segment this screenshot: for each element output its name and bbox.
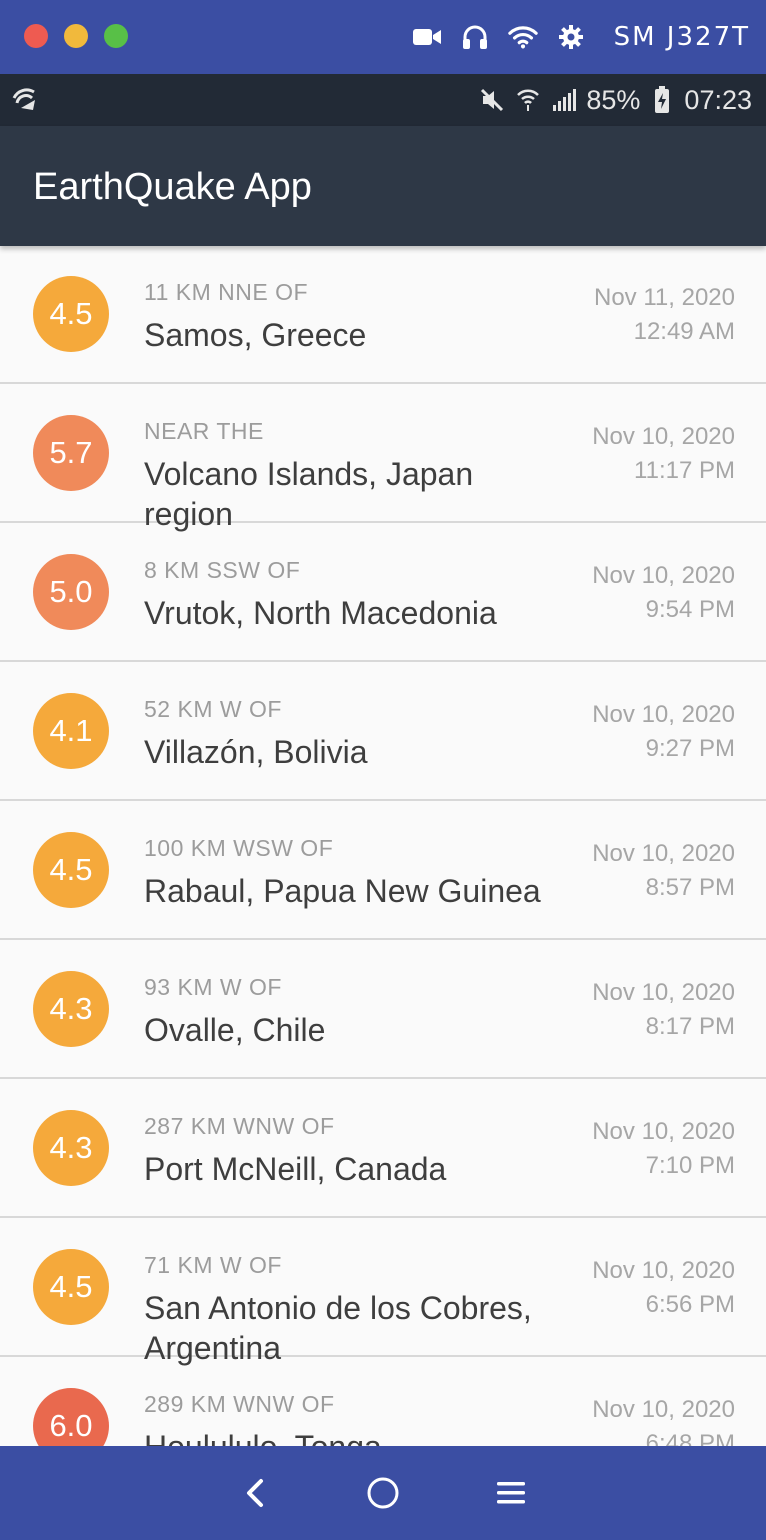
magnitude-badge: 5.0 — [33, 554, 109, 630]
earthquake-row[interactable]: 4.3 93 KM W OF Ovalle, Chile Nov 10, 2020 8:… — [0, 940, 766, 1079]
primary-location: Port McNeill, Canada — [144, 1151, 447, 1187]
mute-icon — [478, 86, 506, 114]
quake-date: Nov 11, 2020 — [594, 284, 735, 311]
device-name: SM J327T — [613, 22, 750, 52]
quake-date: Nov 10, 2020 — [592, 423, 735, 450]
quake-time: 6:48 PM — [645, 1430, 735, 1446]
quake-time: 12:49 AM — [633, 318, 735, 345]
earthquake-row[interactable]: 4.1 52 KM W OF Villazón, Bolivia Nov 10, 20… — [0, 662, 766, 801]
magnitude-badge: 4.5 — [33, 1249, 109, 1325]
location-offset: NEAR THE — [144, 418, 264, 444]
quake-date: Nov 10, 2020 — [592, 1118, 735, 1145]
location-offset: 289 KM WNW OF — [144, 1391, 335, 1417]
quake-date: Nov 10, 2020 — [592, 1396, 735, 1423]
magnitude-badge: 4.3 — [33, 1110, 109, 1186]
magnitude-badge: 4.1 — [33, 693, 109, 769]
earthquake-row[interactable]: 5.7 NEAR THE Volcano Islands, Japan region… — [0, 384, 766, 532]
earthquake-row[interactable]: 4.5 71 KM W OF San Antonio de los Cobres, … — [0, 1218, 766, 1366]
earthquake-list[interactable]: 4.5 11 KM NNE OF Samos, Greece Nov 11, 2020… — [0, 245, 766, 1446]
primary-location: Samos, Greece — [144, 317, 367, 353]
quake-time: 11:17 PM — [634, 457, 735, 484]
navigation-bar — [0, 1446, 766, 1540]
location-offset: 287 KM WNW OF — [144, 1113, 335, 1139]
wifi-signal-icon — [514, 86, 542, 114]
gear-icon[interactable] — [556, 22, 586, 52]
quake-date: Nov 10, 2020 — [592, 562, 735, 589]
minimize-window-button[interactable] — [64, 24, 88, 48]
maximize-window-button[interactable] — [104, 24, 128, 48]
location-offset: 52 KM W OF — [144, 696, 282, 722]
quake-date: Nov 10, 2020 — [592, 1257, 735, 1284]
quake-time: 7:10 PM — [645, 1152, 735, 1179]
quake-date: Nov 10, 2020 — [592, 701, 735, 728]
location-offset: 100 KM WSW OF — [144, 835, 334, 861]
wifi-icon[interactable] — [507, 22, 538, 52]
battery-percent: 85% — [586, 84, 641, 115]
primary-location: Vrutok, North Macedonia — [144, 595, 497, 631]
earthquake-row[interactable]: 4.3 287 KM WNW OF Port McNeill, Canada Nov … — [0, 1079, 766, 1218]
location-offset: 93 KM W OF — [144, 974, 282, 1000]
quake-date: Nov 10, 2020 — [592, 979, 735, 1006]
quake-time: 6:56 PM — [645, 1291, 735, 1318]
primary-location: Rabaul, Papua New Guinea — [144, 873, 541, 909]
primary-location: Villazón, Bolivia — [144, 734, 368, 770]
primary-location: Volcano Islands, Japan region — [144, 456, 474, 532]
quake-time: 9:54 PM — [645, 596, 735, 623]
quake-time: 8:57 PM — [645, 874, 735, 901]
magnitude-badge: 4.5 — [33, 276, 109, 352]
magnitude-badge: 4.5 — [33, 832, 109, 908]
status-time: 07:23 — [684, 84, 752, 115]
magnitude-badge: 5.7 — [33, 415, 109, 491]
earthquake-row[interactable]: 6.0 289 KM WNW OF Houlululo, Tonga Nov 10, … — [0, 1357, 766, 1446]
status-bar: 85% 07:23 — [0, 74, 766, 126]
quake-time: 8:17 PM — [645, 1013, 735, 1040]
app-title: EarthQuake App — [33, 166, 312, 208]
magnitude-badge: 6.0 — [33, 1388, 109, 1446]
close-window-button[interactable] — [24, 24, 48, 48]
menu-icon[interactable] — [493, 1475, 529, 1511]
location-offset: 11 KM NNE OF — [144, 279, 309, 305]
primary-location: San Antonio de los Cobres, Argentina — [144, 1290, 532, 1366]
earthquake-row[interactable]: 4.5 100 KM WSW OF Rabaul, Papua New Guinea… — [0, 801, 766, 940]
back-icon[interactable] — [237, 1475, 273, 1511]
primary-location: Houlululo, Tonga — [144, 1427, 564, 1446]
quake-time: 9:27 PM — [645, 735, 735, 762]
earthquake-row[interactable]: 4.5 11 KM NNE OF Samos, Greece Nov 11, 2020… — [0, 245, 766, 384]
home-icon[interactable] — [365, 1475, 401, 1511]
cast-icon — [10, 86, 40, 116]
headphones-icon[interactable] — [460, 22, 490, 52]
window-titlebar: SM J327T — [0, 0, 766, 74]
quake-date: Nov 10, 2020 — [592, 840, 735, 867]
location-offset: 71 KM W OF — [144, 1252, 282, 1278]
battery-charging-icon — [648, 86, 676, 114]
earthquake-row[interactable]: 5.0 8 KM SSW OF Vrutok, North Macedonia Nov… — [0, 523, 766, 662]
cell-signal-icon — [550, 86, 578, 114]
app-bar: EarthQuake App — [0, 126, 766, 246]
primary-location: Ovalle, Chile — [144, 1012, 326, 1048]
video-camera-icon[interactable] — [412, 22, 442, 52]
magnitude-badge: 4.3 — [33, 971, 109, 1047]
location-offset: 8 KM SSW OF — [144, 557, 301, 583]
